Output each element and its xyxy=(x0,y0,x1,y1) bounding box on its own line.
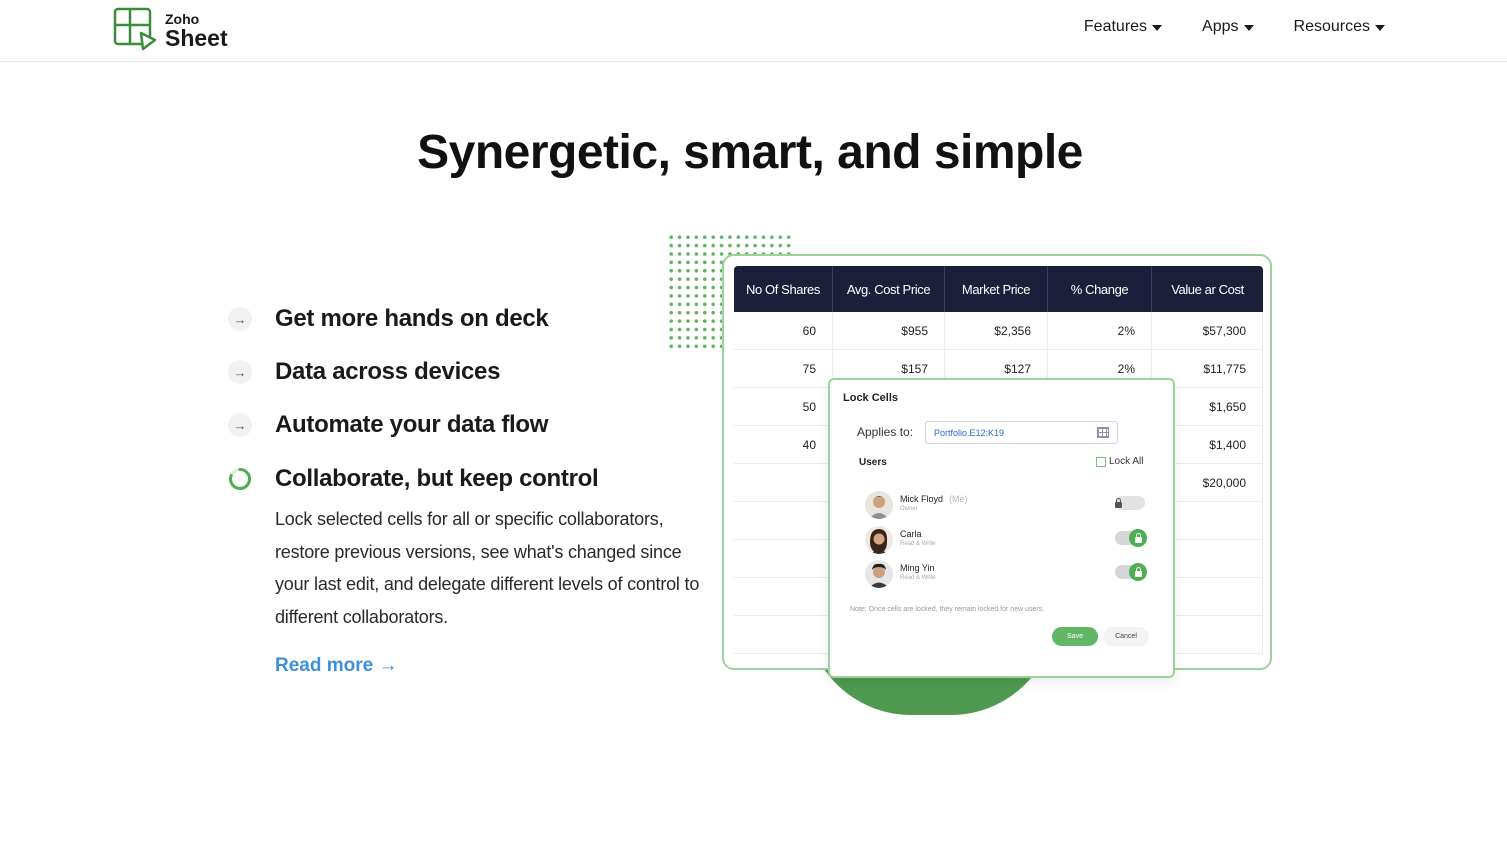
table-row: 60 $955 $2,356 2% $57,300 xyxy=(734,312,1263,350)
save-button[interactable]: Save xyxy=(1052,627,1098,646)
feature-item-collaborate[interactable]: Collaborate, but keep control xyxy=(228,465,599,493)
user-row-ming-yin: Ming Yin Read & Write xyxy=(865,560,1150,590)
feature-title: Get more hands on deck xyxy=(275,305,549,332)
table-cell[interactable]: $57,300 xyxy=(1152,312,1263,349)
feature-description: Lock selected cells for all or specific … xyxy=(275,509,700,627)
dialog-title: Lock Cells xyxy=(843,392,899,404)
user-role: Read & Write xyxy=(900,575,936,581)
avatar xyxy=(865,560,893,588)
lock-note: Note: Once cells are locked, they remain… xyxy=(850,606,1045,613)
table-header-cell: Market Price xyxy=(945,266,1048,312)
table-cell[interactable] xyxy=(734,502,833,539)
table-header-cell: No Of Shares xyxy=(734,266,833,312)
site-header: Zoho Sheet Features Apps Resources xyxy=(0,0,1507,62)
table-cell[interactable]: 50 xyxy=(734,388,833,425)
table-cell[interactable]: 75 xyxy=(734,350,833,387)
lock-icon xyxy=(1129,529,1147,547)
logo-sheet-text: Sheet xyxy=(165,25,228,51)
table-cell[interactable]: $955 xyxy=(833,312,945,349)
nav-features[interactable]: Features xyxy=(1083,18,1163,36)
table-cell[interactable] xyxy=(734,578,833,615)
lock-toggle[interactable] xyxy=(1114,496,1145,510)
lock-all-label: Lock All xyxy=(1109,456,1144,467)
checkbox-icon xyxy=(1096,456,1106,467)
user-name: Ming Yin xyxy=(900,563,935,573)
user-role: Read & Write xyxy=(900,541,936,547)
feature-title: Collaborate, but keep control xyxy=(275,465,599,492)
caret-down-icon xyxy=(1152,25,1163,31)
table-header-cell: Avg. Cost Price xyxy=(833,266,945,312)
progress-ring-icon xyxy=(229,467,252,490)
users-label: Users xyxy=(859,457,887,468)
nav-resources[interactable]: Resources xyxy=(1294,18,1385,36)
user-row-carla: Carla Read & Write xyxy=(865,526,1150,556)
user-name: Mick Floyd (Me) xyxy=(900,494,968,504)
arrow-right-icon: → xyxy=(228,307,252,331)
nav-resources-label: Resources xyxy=(1293,18,1370,35)
main-nav: Features Apps Resources xyxy=(1084,18,1385,36)
zoho-sheet-logo[interactable]: Zoho Sheet xyxy=(113,7,228,51)
lock-toggle[interactable] xyxy=(1115,563,1147,581)
table-cell[interactable] xyxy=(734,540,833,577)
range-input[interactable]: Portfolio.E12:K19 xyxy=(925,421,1118,444)
read-more-link[interactable]: Read more → xyxy=(275,655,397,677)
lock-icon xyxy=(1129,563,1147,581)
user-role: Owner xyxy=(900,506,918,512)
caret-down-icon xyxy=(1375,25,1385,31)
select-range-icon[interactable] xyxy=(1097,427,1109,438)
lock-icon xyxy=(1109,494,1127,512)
table-header-row: No Of Shares Avg. Cost Price Market Pric… xyxy=(734,266,1263,312)
user-name: Carla xyxy=(900,529,922,539)
feature-item-automate-data-flow[interactable]: → Automate your data flow xyxy=(228,411,548,439)
applies-to-label: Applies to: xyxy=(857,425,914,439)
arrow-right-icon: → xyxy=(228,413,252,437)
table-cell[interactable]: 40 xyxy=(734,426,833,463)
range-value: Portfolio.E12:K19 xyxy=(934,428,1005,438)
table-header-cell: Value ar Cost xyxy=(1171,281,1244,297)
user-row-mick-floyd: Mick Floyd (Me) Owner xyxy=(865,491,1150,521)
table-cell[interactable]: $2,356 xyxy=(945,312,1048,349)
table-cell[interactable] xyxy=(734,464,833,501)
table-cell[interactable]: 2% xyxy=(1048,312,1152,349)
nav-features-label: Features xyxy=(1083,18,1148,35)
feature-item-data-across-devices[interactable]: → Data across devices xyxy=(228,358,500,386)
caret-down-icon xyxy=(1243,25,1254,31)
cancel-button[interactable]: Cancel xyxy=(1103,627,1149,646)
sheet-logo-icon xyxy=(113,7,157,51)
avatar xyxy=(865,526,893,554)
table-cell[interactable]: 60 xyxy=(734,312,833,349)
feature-title: Automate your data flow xyxy=(275,411,549,438)
nav-apps[interactable]: Apps xyxy=(1202,18,1254,36)
section-headline: Synergetic, smart, and simple xyxy=(417,126,1083,179)
lock-toggle[interactable] xyxy=(1115,529,1147,547)
lock-all-checkbox[interactable]: Lock All xyxy=(1096,456,1143,467)
feature-item-hands-on-deck[interactable]: → Get more hands on deck xyxy=(228,305,549,333)
table-header-cell: % Change xyxy=(1048,266,1152,312)
arrow-right-icon: → xyxy=(228,360,252,384)
logo-zoho-text: Zoho xyxy=(165,11,200,27)
lock-cells-dialog: Lock Cells Applies to: Portfolio.E12:K19… xyxy=(828,378,1175,678)
feature-title: Data across devices xyxy=(275,358,501,385)
table-cell[interactable] xyxy=(734,616,833,653)
avatar xyxy=(865,491,893,519)
nav-apps-label: Apps xyxy=(1202,18,1239,35)
